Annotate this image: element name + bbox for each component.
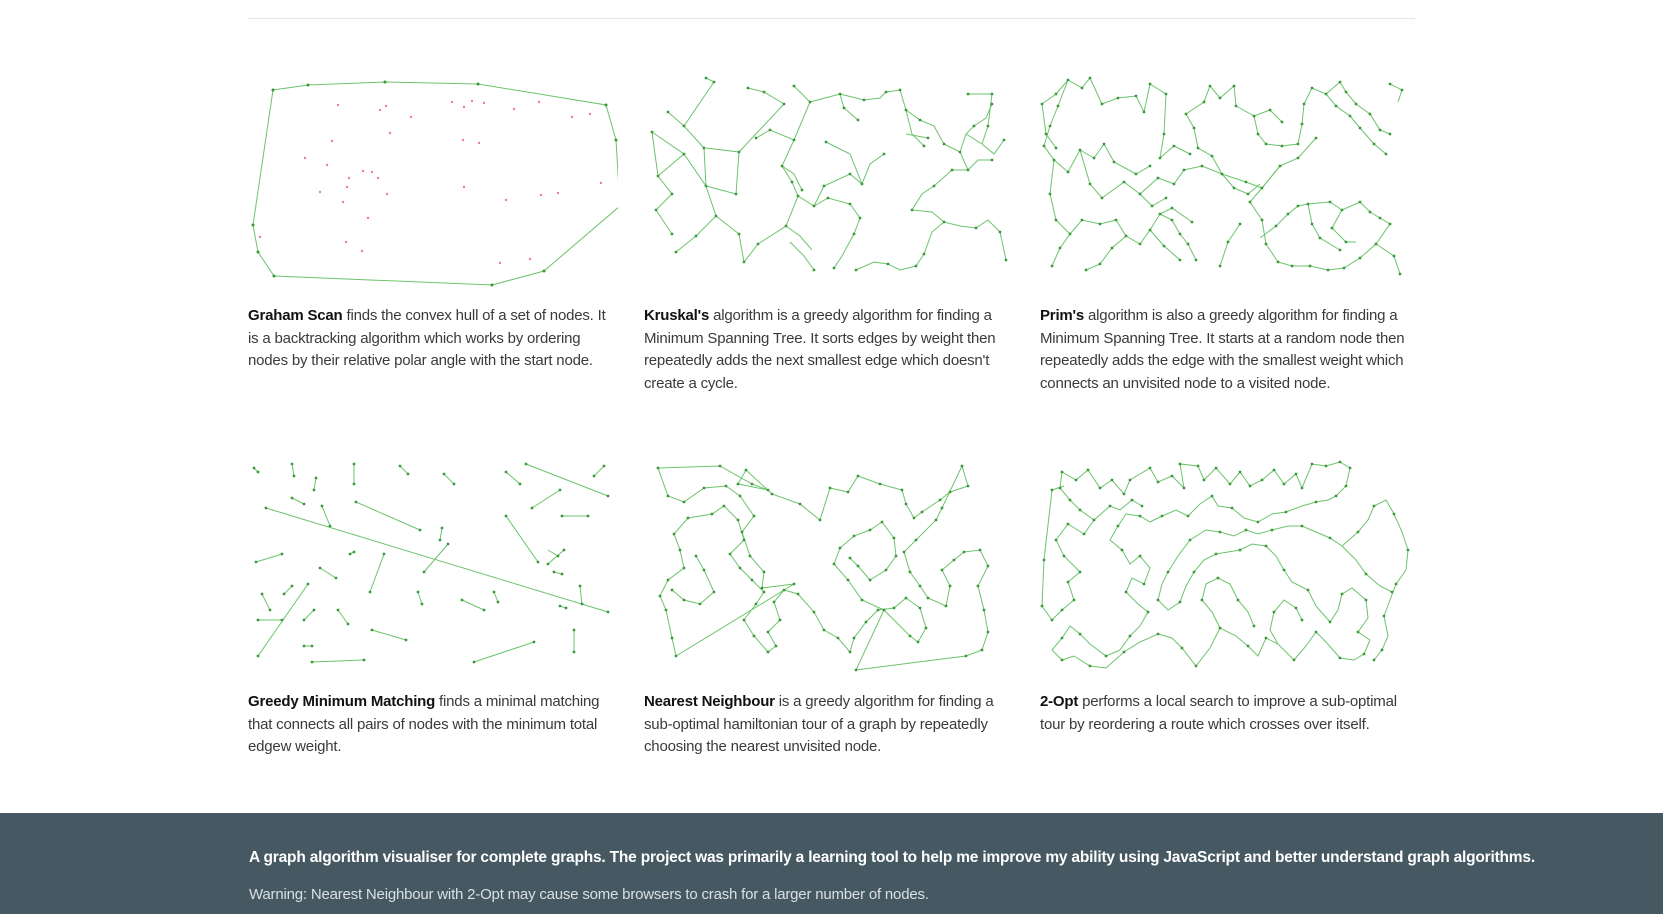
- card-text: performs a local search to improve a sub…: [1040, 693, 1397, 733]
- card-greedy-matching: Greedy Minimum Matching finds a minimal …: [248, 460, 618, 759]
- nearest-neighbour-description: Nearest Neighbour is a greedy algorithm …: [644, 691, 1014, 759]
- card-2-opt: 2-Opt performs a local search to improve…: [1040, 460, 1410, 736]
- greedy-matching-description: Greedy Minimum Matching finds a minimal …: [248, 691, 618, 759]
- card-title: Nearest Neighbour: [644, 693, 775, 710]
- card-kruskal: Kruskal's algorithm is a greedy algorith…: [644, 74, 1014, 395]
- footer-warning-text: Warning: Nearest Neighbour with 2-Opt ma…: [249, 886, 929, 903]
- 2-opt-description: 2-Opt performs a local search to improve…: [1040, 691, 1410, 736]
- prim-visualisation: [1040, 76, 1404, 276]
- card-graham-scan: Graham Scan finds the convex hull of a s…: [248, 74, 618, 373]
- card-title: Prim's: [1040, 307, 1085, 324]
- card-title: Kruskal's: [644, 307, 710, 324]
- greedy-matching-visualisation: [252, 462, 610, 664]
- card-title: 2-Opt: [1040, 693, 1079, 710]
- top-divider: [248, 18, 1415, 19]
- card-text: algorithm is also a greedy algorithm for…: [1040, 307, 1405, 392]
- card-prim: Prim's algorithm is also a greedy algori…: [1040, 74, 1410, 395]
- nearest-neighbour-visualisation: [656, 464, 990, 672]
- graham-scan-description: Graham Scan finds the convex hull of a s…: [248, 305, 618, 373]
- card-title: Graham Scan: [248, 307, 343, 324]
- card-nearest-neighbour: Nearest Neighbour is a greedy algorithm …: [644, 460, 1014, 759]
- footer-about-text: A graph algorithm visualiser for complet…: [249, 849, 1535, 866]
- graham-scan-visualisation: [251, 80, 618, 287]
- 2-opt-visualisation: [1040, 460, 1410, 669]
- footer: A graph algorithm visualiser for complet…: [0, 813, 1663, 914]
- kruskal-visualisation: [650, 76, 1008, 272]
- prim-description: Prim's algorithm is also a greedy algori…: [1040, 305, 1410, 395]
- card-title: Greedy Minimum Matching: [248, 693, 436, 710]
- kruskal-description: Kruskal's algorithm is a greedy algorith…: [644, 305, 1014, 395]
